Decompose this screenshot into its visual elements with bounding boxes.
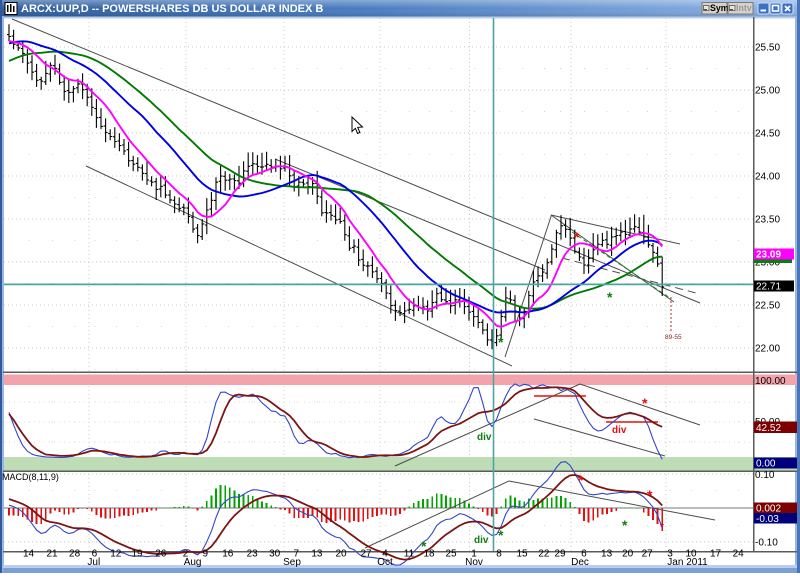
svg-text:18: 18 (423, 549, 435, 560)
svg-text:22: 22 (538, 549, 550, 560)
svg-text:Jul: Jul (87, 557, 100, 568)
svg-text:div: div (612, 425, 627, 436)
svg-text:29: 29 (554, 549, 566, 560)
svg-text:19: 19 (131, 549, 143, 560)
svg-text:Intv: Intv (736, 3, 752, 13)
svg-text:28: 28 (69, 549, 81, 560)
svg-text:25.50: 25.50 (755, 43, 780, 54)
svg-text:*: * (498, 334, 504, 350)
svg-text:24.00: 24.00 (755, 172, 780, 183)
svg-text:12: 12 (110, 549, 122, 560)
svg-text:22.00: 22.00 (755, 344, 780, 355)
svg-text:Sym: Sym (710, 3, 729, 13)
svg-text:*: * (642, 395, 648, 411)
svg-text:0.002: 0.002 (756, 504, 781, 515)
svg-text:0.10: 0.10 (755, 470, 775, 481)
svg-text:23.50: 23.50 (755, 215, 780, 226)
svg-text:20: 20 (622, 549, 634, 560)
svg-text:Nov: Nov (465, 557, 483, 568)
svg-text:Jan 2011: Jan 2011 (667, 557, 708, 568)
svg-text:22.50: 22.50 (755, 301, 780, 312)
svg-text:MACD(8,11,9): MACD(8,11,9) (2, 472, 59, 482)
svg-text:23: 23 (247, 549, 259, 560)
svg-text:14: 14 (23, 549, 35, 560)
svg-text:*: * (622, 517, 628, 533)
svg-text:30: 30 (269, 549, 281, 560)
svg-text:*: * (574, 229, 580, 245)
svg-text:25.00: 25.00 (755, 86, 780, 97)
svg-text:-0.10: -0.10 (755, 538, 778, 549)
svg-text:24.50: 24.50 (755, 129, 780, 140)
svg-text:89-55: 89-55 (665, 334, 682, 341)
svg-text:*: * (578, 472, 584, 488)
svg-text:13: 13 (601, 549, 613, 560)
svg-text:17: 17 (710, 549, 722, 560)
svg-text:Dec: Dec (571, 557, 589, 568)
svg-text:div: div (477, 432, 492, 443)
svg-text:27: 27 (642, 549, 654, 560)
svg-text:Oct: Oct (377, 557, 393, 568)
svg-text:22.71: 22.71 (756, 282, 781, 293)
svg-text:*: * (647, 487, 653, 503)
svg-text:*: * (660, 522, 664, 533)
svg-text:div: div (474, 535, 489, 546)
svg-text:24: 24 (733, 549, 745, 560)
svg-text:21: 21 (46, 549, 58, 560)
svg-text:*: * (498, 527, 504, 543)
svg-text:0.00: 0.00 (756, 459, 776, 470)
svg-text:Sep: Sep (283, 557, 301, 568)
svg-text:25: 25 (445, 549, 457, 560)
svg-text:*: * (607, 289, 613, 305)
svg-text:27: 27 (360, 549, 372, 560)
svg-text:42.52: 42.52 (756, 423, 781, 434)
svg-text:13: 13 (311, 549, 323, 560)
svg-text:16: 16 (222, 549, 234, 560)
svg-text:26: 26 (155, 549, 167, 560)
svg-text:15: 15 (516, 549, 528, 560)
svg-text:8: 8 (496, 549, 502, 560)
svg-text:9: 9 (203, 549, 209, 560)
svg-text:-0.03: -0.03 (756, 514, 779, 525)
svg-text:11: 11 (404, 549, 415, 560)
svg-text:100.00: 100.00 (755, 376, 786, 387)
svg-text:ARCX:UUP,D -- POWERSHARES DB U: ARCX:UUP,D -- POWERSHARES DB US DOLLAR I… (21, 3, 323, 15)
svg-text:23.09: 23.09 (756, 250, 781, 261)
svg-text:Aug: Aug (184, 557, 202, 568)
svg-text:20: 20 (335, 549, 347, 560)
